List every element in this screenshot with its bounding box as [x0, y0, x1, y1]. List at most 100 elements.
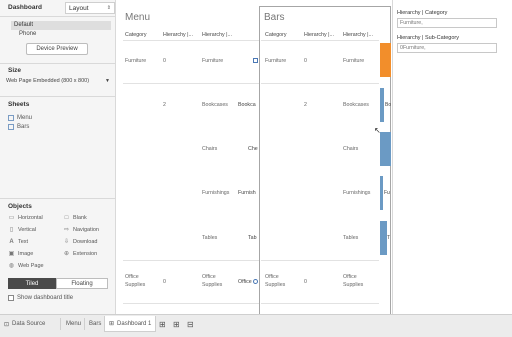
sheet-tab-bars[interactable]: Bars [85, 317, 105, 331]
device-default[interactable]: Default [11, 21, 111, 30]
new-worksheet-icon[interactable]: ⊞ [155, 317, 170, 331]
bar-mark[interactable] [380, 88, 384, 122]
table-cell[interactable]: Office Supplies [202, 273, 234, 289]
new-dashboard-icon[interactable]: ⊞ [169, 317, 184, 331]
objects-title: Objects [8, 203, 32, 210]
divider [0, 16, 116, 17]
dashboard-tab-label: Dashboard 1 [117, 320, 152, 327]
object-horizontal[interactable]: ▭ Horizontal [8, 214, 43, 222]
sheet-tab-menu[interactable]: Menu [62, 317, 85, 331]
extension-icon: ⊕ [63, 251, 70, 257]
layout-tab[interactable]: Layout ⇕ [65, 2, 115, 14]
table-cell: Furnish [238, 190, 256, 196]
table-cell[interactable]: Tables [202, 235, 217, 241]
show-title-checkbox[interactable]: Show dashboard title [8, 295, 73, 301]
table-cell[interactable]: Tables [343, 235, 358, 241]
cursor-icon: ↖ [374, 126, 381, 135]
database-icon: ⊡ [4, 321, 10, 328]
table-cell: Office Supplies [125, 274, 146, 288]
divider [0, 63, 116, 64]
bars-sheet-title: Bars [264, 12, 285, 23]
object-label: Text [18, 238, 29, 245]
object-label: Web Page [18, 262, 44, 269]
data-source-label: Data Source [12, 321, 46, 327]
bar-mark[interactable] [380, 43, 391, 77]
size-dropdown[interactable]: Web Page Embedded (800 x 800) ▼ [6, 76, 110, 86]
table-cell[interactable]: Chairs [343, 146, 358, 152]
object-label: Horizontal [18, 214, 43, 221]
worksheet-icon [8, 124, 14, 130]
table-cell: Furniture [265, 58, 287, 64]
table-cell: Office [238, 279, 252, 285]
table-cell[interactable]: Furniture [343, 58, 364, 64]
object-label: Download [73, 238, 98, 245]
column-header: Hierarchy |... [163, 32, 193, 38]
sheet-item-bars[interactable]: Bars [8, 124, 29, 130]
gridline [261, 83, 379, 84]
layout-tab-label: Layout [69, 4, 89, 12]
marker-icon [253, 58, 258, 63]
table-cell: Che [248, 146, 258, 152]
marker-icon [253, 279, 258, 284]
object-vertical[interactable]: ▯ Vertical [8, 226, 37, 234]
new-story-icon[interactable]: ⊟ [183, 317, 198, 331]
table-cell: 2 [304, 102, 307, 108]
column-header: Hierarchy |... [202, 32, 232, 38]
filter-category-title: Hierarchy | Category [397, 10, 448, 16]
sheet-tab-bar: ⊡ Data Source Menu Bars ⊞ Dashboard 1 ⊞ … [0, 314, 512, 337]
filter-category-input[interactable]: Furniture, [397, 18, 497, 28]
table-cell[interactable]: Furnishings [343, 190, 370, 196]
globe-icon: ◍ [8, 263, 15, 269]
bar-mark[interactable] [380, 176, 383, 210]
table-cell[interactable]: Bookcases [343, 102, 369, 108]
gridline [123, 40, 259, 41]
sheet-item-menu[interactable]: Menu [8, 115, 32, 121]
column-header: Hierarchy |... [343, 32, 373, 38]
object-navigation[interactable]: ⇨ Navigation [63, 226, 99, 234]
gridline [261, 260, 379, 261]
bar-mark[interactable] [380, 132, 391, 166]
object-text[interactable]: A Text [8, 238, 28, 245]
table-cell: Office Supplies [265, 274, 286, 288]
object-extension[interactable]: ⊕ Extension [63, 250, 98, 258]
object-label: Vertical [18, 226, 37, 233]
bar-label: Fu [384, 190, 390, 196]
table-cell[interactable]: Furniture [202, 58, 223, 64]
device-phone[interactable]: Phone [19, 31, 36, 37]
dashboard-icon: ⊞ [109, 321, 115, 327]
filter-subcategory-input[interactable]: 0Furniture, [397, 43, 497, 53]
bar-label: Bo [385, 102, 391, 108]
gridline [123, 83, 259, 84]
sheet-label: Bars [17, 124, 30, 130]
device-preview-button[interactable]: Device Preview [26, 43, 88, 55]
stepper-icon: ⇕ [106, 5, 111, 11]
floating-toggle[interactable]: Floating [56, 278, 108, 289]
table-cell: 0 [304, 58, 307, 64]
table-cell[interactable]: Furnishings [202, 190, 229, 196]
dashboard-tab[interactable]: Dashboard [8, 4, 42, 11]
bars-sheet-frame[interactable] [259, 6, 391, 314]
object-label: Blank [73, 214, 87, 221]
table-cell: 0 [163, 58, 166, 64]
column-header: Category [265, 32, 287, 38]
tiled-toggle[interactable]: Tiled [8, 278, 56, 289]
object-label: Extension [73, 250, 98, 257]
size-title: Size [8, 67, 22, 74]
object-blank[interactable]: □ Blank [63, 214, 87, 221]
horizontal-container-icon: ▭ [8, 215, 15, 221]
sheet-tab-dashboard-1[interactable]: ⊞ Dashboard 1 [104, 316, 157, 332]
navigation-icon: ⇨ [63, 227, 70, 233]
bar-mark[interactable] [380, 221, 387, 255]
table-cell: 2 [163, 102, 166, 108]
object-download[interactable]: ⇩ Download [63, 238, 98, 246]
object-image[interactable]: ▣ Image [8, 250, 34, 258]
table-cell[interactable]: Bookcases [202, 102, 228, 108]
data-source-tab[interactable]: ⊡ Data Source [0, 317, 49, 331]
object-web-page[interactable]: ◍ Web Page [8, 262, 44, 270]
checkbox-icon [8, 295, 14, 301]
gridline [123, 260, 259, 261]
table-cell[interactable]: Office Supplies [343, 273, 375, 289]
filter-pane: Hierarchy | Category Furniture, Hierarch… [392, 0, 512, 314]
table-cell[interactable]: Chairs [202, 146, 217, 152]
image-icon: ▣ [8, 251, 15, 257]
